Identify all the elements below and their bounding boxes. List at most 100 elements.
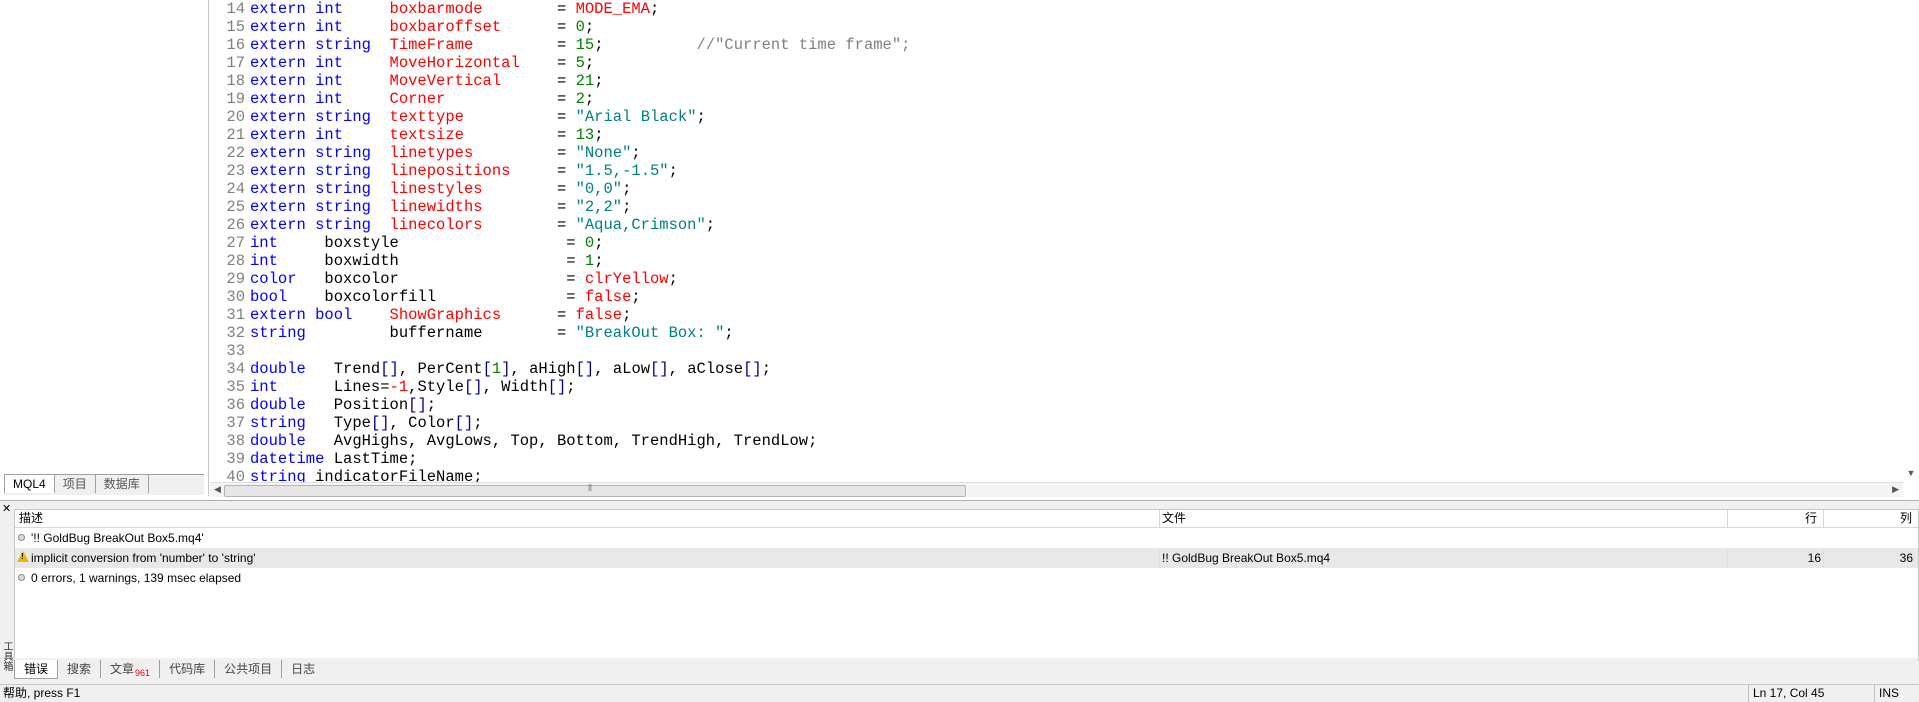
scroll-right-arrow-icon[interactable]: ▶	[1892, 484, 1899, 495]
code-token: linepositions	[389, 162, 511, 180]
code-line[interactable]: 37 string Type[], Color[];	[210, 414, 482, 432]
code-token: extern int	[250, 0, 390, 18]
horizontal-scroll-thumb[interactable]: ⦀	[224, 483, 966, 497]
code-token: Trend	[333, 360, 381, 378]
articles-count-badge: 961	[135, 668, 151, 678]
column-header-file[interactable]: 文件	[1162, 510, 1186, 527]
code-line[interactable]: 32 string buffername = "BreakOut Box: ";	[210, 324, 734, 342]
tab-mql4[interactable]: MQL4	[4, 475, 55, 493]
code-token: linewidths	[389, 198, 483, 216]
code-token: MoveVertical	[389, 72, 502, 90]
code-token: double	[250, 396, 334, 414]
line-number: 28	[226, 252, 245, 270]
code-line[interactable]: 14 extern int boxbarmode = MODE_EMA;	[210, 0, 659, 18]
code-line[interactable]: 38 double AvgHighs, AvgLows, Top, Bottom,…	[210, 432, 817, 450]
code-token: =	[473, 36, 576, 54]
table-row[interactable]: '!! GoldBug BreakOut Box5.mq4'	[15, 528, 1918, 548]
code-line[interactable]: 25 extern string linewidths = "2,2";	[210, 198, 631, 216]
code-token: Corner	[389, 90, 446, 108]
code-token: []	[380, 360, 399, 378]
tab-public-projects[interactable]: 公共项目	[215, 660, 283, 678]
tab-project[interactable]: 项目	[55, 475, 96, 493]
code-token: extern string	[250, 198, 390, 216]
code-token: extern string	[250, 144, 390, 162]
tab-database[interactable]: 数据库	[96, 475, 149, 493]
code-token: ;	[426, 396, 437, 414]
line-number: 38	[226, 432, 245, 450]
code-line[interactable]: 36 double Position[];	[210, 396, 436, 414]
code-line[interactable]: 20 extern string texttype = "Arial Black"…	[210, 108, 705, 126]
code-line[interactable]: 23 extern string linepositions = "1.5,-1.…	[210, 162, 678, 180]
code-token: extern string	[250, 180, 390, 198]
code-line[interactable]: 28 int boxwidth = 1;	[210, 252, 603, 270]
line-number: 27	[226, 234, 245, 252]
code-token: =	[519, 54, 576, 72]
line-number: 24	[226, 180, 245, 198]
code-line[interactable]: 33	[210, 342, 250, 360]
code-line[interactable]: 35 int Lines=-1,Style[], Width[];	[210, 378, 575, 396]
code-line[interactable]: 21 extern int textsize = 13;	[210, 126, 603, 144]
code-line[interactable]: 40 string indicatorFileName;	[210, 468, 482, 482]
toolbox-tabs: 错误 搜索 文章961 代码库 公共项目 日志	[14, 658, 1917, 680]
column-header-description[interactable]: 描述	[19, 510, 43, 527]
line-number: 36	[226, 396, 245, 414]
column-header-column[interactable]: 列	[1900, 510, 1912, 527]
tab-label: 代码库	[169, 662, 206, 676]
code-token: ;	[724, 324, 734, 342]
code-token: 15	[575, 36, 595, 54]
code-line[interactable]: 19 extern int Corner = 2;	[210, 90, 594, 108]
row-column: 36	[1899, 551, 1913, 565]
code-line[interactable]: 17 extern int MoveHorizontal = 5;	[210, 54, 594, 72]
tab-label: 日志	[291, 662, 316, 676]
code-token: -1	[389, 378, 409, 396]
tab-errors[interactable]: 错误	[14, 659, 59, 679]
code-line[interactable]: 31 extern bool ShowGraphics = false;	[210, 306, 631, 324]
code-token: ;	[622, 306, 632, 324]
code-token: Type	[333, 414, 371, 432]
code-token: extern string	[250, 216, 390, 234]
tab-code-base[interactable]: 代码库	[160, 660, 216, 678]
code-token: texttype	[389, 108, 464, 126]
info-icon	[18, 534, 25, 541]
table-row[interactable]: 0 errors, 1 warnings, 139 msec elapsed	[15, 568, 1918, 588]
code-token: [	[482, 360, 492, 378]
horizontal-scrollbar[interactable]: ◀ ⦀ ▶	[210, 482, 1903, 497]
close-icon[interactable]: ✕	[2, 503, 14, 515]
code-line[interactable]: 22 extern string linetypes = "None";	[210, 144, 640, 162]
code-editor[interactable]: 14 extern int boxbarmode = MODE_EMA; 15 ext…	[210, 0, 1919, 482]
code-token: Lines=	[333, 378, 390, 396]
vertical-scrollbar[interactable]	[1903, 0, 1919, 482]
code-token: boxwidth =	[324, 252, 585, 270]
code-line[interactable]: 27 int boxstyle = 0;	[210, 234, 603, 252]
scroll-left-arrow-icon[interactable]: ◀	[214, 484, 221, 495]
code-token: string	[250, 414, 334, 432]
code-token: ;	[622, 198, 632, 216]
line-number: 26	[226, 216, 245, 234]
code-token: ;	[584, 54, 595, 72]
code-token: , Width	[482, 378, 548, 396]
tab-search[interactable]: 搜索	[58, 660, 102, 678]
tab-journal[interactable]: 日志	[282, 660, 324, 678]
scroll-down-arrow-icon[interactable]: ▼	[1905, 468, 1917, 480]
line-number: 33	[226, 342, 245, 360]
code-line[interactable]: 18 extern int MoveVertical = 21;	[210, 72, 603, 90]
table-row[interactable]: implicit conversion from 'number' to 'st…	[15, 548, 1918, 568]
code-line[interactable]: 30 bool boxcolorfill = false;	[210, 288, 640, 306]
code-line[interactable]: 24 extern string linestyles = "0,0";	[210, 180, 631, 198]
line-number: 32	[226, 324, 245, 342]
code-line[interactable]: 29 color boxcolor = clrYellow;	[210, 270, 678, 288]
tab-articles[interactable]: 文章961	[101, 660, 161, 678]
table-header: 描述 文件 行 列	[15, 510, 1918, 528]
code-line[interactable]: 39 datetime LastTime;	[210, 450, 417, 468]
line-number: 17	[226, 54, 245, 72]
code-token: linecolors	[389, 216, 483, 234]
code-token: clrYellow	[584, 270, 669, 288]
code-line[interactable]: 26 extern string linecolors = "Aqua,Crims…	[210, 216, 715, 234]
code-line[interactable]: 16 extern string TimeFrame = 15; //"Curre…	[210, 36, 910, 54]
column-header-line[interactable]: 行	[1805, 510, 1817, 527]
code-token: "BreakOut Box: "	[575, 324, 725, 342]
code-token: int	[250, 234, 325, 252]
code-token: "Arial Black"	[575, 108, 697, 126]
code-line[interactable]: 34 double Trend[], PerCent[1], aHigh[], a…	[210, 360, 771, 378]
code-line[interactable]: 15 extern int boxbaroffset = 0;	[210, 18, 594, 36]
